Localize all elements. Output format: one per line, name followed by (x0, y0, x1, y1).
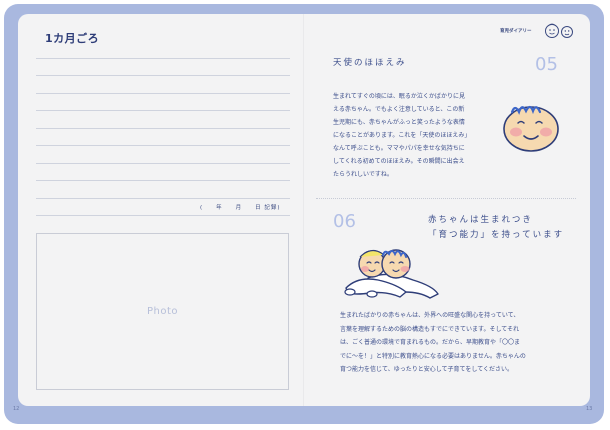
body-line: 育つ能力を信じて、ゆったりと安心して子育てをしてください。 (340, 366, 514, 373)
writing-line[interactable] (36, 145, 290, 146)
body-line: 生まれたばかりの赤ちゃんは、外界への旺盛な関心を持っていて、 (340, 312, 520, 319)
title-line: 「育つ能力」を持っています (428, 230, 565, 240)
body-line: になることがあります。これを「天使のほほえみ」 (333, 132, 471, 139)
body-line: 生まれてすぐの頃には、眠るか泣くかばかりに見 (333, 93, 465, 100)
record-date-label: ( 年 月 日 記録) (200, 205, 281, 211)
writing-line[interactable] (36, 215, 290, 216)
body-line: は、ごく普通の環境で育まれるもの。だから、早期教育や「〇〇ま (340, 339, 521, 346)
body-line: たらうれしいですね。 (333, 171, 393, 178)
page-number-right: 13 (586, 406, 593, 412)
body-line: してくれる初めてのほほえみ。その瞬間に出会え (333, 158, 465, 165)
photo-label: Photo (146, 306, 179, 317)
month-title: 1カ月ごろ (45, 32, 100, 45)
title-line: 赤ちゃんは生まれつき (428, 215, 533, 225)
brand-name: 育児ダイアリー (500, 29, 532, 34)
writing-line[interactable] (36, 93, 290, 94)
photo-frame[interactable]: Photo (36, 233, 289, 390)
writing-line[interactable] (36, 58, 290, 59)
section-05-title: 天使のほほえみ (333, 58, 407, 68)
page-number-left: 12 (13, 406, 20, 412)
section-06-body: 生まれたばかりの赤ちゃんは、外界への旺盛な関心を持っていて、 言葉を理解するため… (340, 309, 565, 377)
body-line: なんて呼ぶことも。ママやパパを幸せな気持ちに (333, 145, 465, 152)
body-line: でに〜を！」と特別に教育熱心になる必要はありません。赤ちゃんの (340, 352, 526, 360)
writing-line[interactable] (36, 180, 290, 181)
writing-line[interactable] (36, 163, 290, 164)
body-line: 言葉を理解するための脳の構造もすでにできています。そしてそれ (340, 325, 520, 333)
section-divider (316, 198, 576, 199)
section-06-title: 赤ちゃんは生まれつき 「育つ能力」を持っています (428, 213, 564, 243)
page-spine (303, 14, 305, 406)
writing-line[interactable] (36, 75, 290, 76)
body-line: える赤ちゃん。でもよく注意していると、この新 (333, 106, 465, 113)
section-05-number: 05 (535, 54, 558, 75)
section-06-number: 06 (333, 211, 356, 232)
writing-line[interactable] (36, 128, 290, 129)
body-line: 生児期にも、赤ちゃんがふっと笑ったような表情 (333, 119, 465, 126)
brand-logo-icon (545, 23, 573, 38)
section-05-body: 生まれてすぐの頃には、眠るか泣くかばかりに見 える赤ちゃん。でもよく注意している… (333, 90, 485, 181)
smiling-baby-face-illustration (503, 105, 559, 152)
writing-line[interactable] (36, 198, 290, 199)
writing-line[interactable] (36, 110, 290, 111)
crawling-babies-illustration (344, 249, 439, 299)
